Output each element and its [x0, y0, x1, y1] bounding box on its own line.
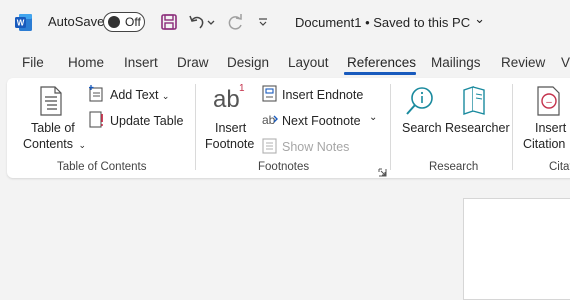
svg-text:ab: ab	[262, 113, 276, 127]
tab-view[interactable]: V	[561, 55, 570, 70]
insert-citation-button[interactable]: Citation ⌄	[523, 137, 570, 151]
next-footnote-icon: ab	[262, 111, 279, 133]
add-text-icon	[89, 85, 104, 107]
group-label-table-of-contents: Table of Contents	[57, 161, 147, 173]
autosave-toggle[interactable]: Off	[103, 12, 145, 32]
group-separator	[195, 84, 196, 170]
redo-icon[interactable]	[226, 12, 246, 32]
tab-draw[interactable]: Draw	[177, 55, 209, 70]
svg-text:W: W	[17, 19, 25, 28]
document-page[interactable]	[463, 198, 570, 300]
save-icon[interactable]	[159, 12, 179, 32]
group-separator	[390, 84, 391, 170]
insert-citation-label-1[interactable]: Insert	[535, 121, 566, 135]
show-notes-icon	[262, 138, 278, 159]
title-chevron-icon: ⌄	[474, 11, 485, 26]
insert-footnote-button[interactable]: Footnote	[205, 137, 254, 151]
undo-icon[interactable]	[187, 12, 207, 32]
next-footnote-button[interactable]: Next Footnote	[282, 114, 361, 128]
add-text-label: Add Text	[110, 88, 159, 102]
insert-endnote-button[interactable]: Insert Endnote	[282, 88, 363, 102]
tab-home[interactable]: Home	[68, 55, 104, 70]
insert-citation-label-2: Citation	[523, 137, 566, 151]
show-notes-button: Show Notes	[282, 140, 350, 154]
document-title-text: Document1 • Saved to this PC	[295, 14, 471, 30]
table-of-contents-label-2: Contents	[23, 137, 74, 151]
search-icon	[404, 85, 436, 122]
footnotes-dialog-launcher-icon[interactable]	[378, 164, 387, 182]
update-table-icon	[89, 111, 104, 134]
group-label-footnotes: Footnotes	[258, 161, 310, 173]
researcher-button[interactable]: Researcher	[445, 121, 510, 135]
toggle-knob	[108, 16, 120, 28]
search-button[interactable]: Search	[402, 121, 442, 135]
ab-glyph: ab	[213, 86, 240, 113]
autosave-label: AutoSave	[48, 14, 105, 29]
update-table-button[interactable]: Update Table	[110, 114, 183, 128]
add-text-button[interactable]: Add Text ⌄	[110, 88, 169, 102]
document-title[interactable]: Document1 • Saved to this PC ⌄	[295, 11, 485, 30]
autosave-state: Off	[125, 15, 141, 29]
insert-footnote-label-1[interactable]: Insert	[215, 121, 246, 135]
tab-review[interactable]: Review	[501, 55, 545, 70]
table-of-contents-icon	[39, 86, 63, 121]
tab-file[interactable]: File	[22, 55, 44, 70]
active-tab-indicator	[344, 72, 416, 75]
insert-footnote-icon: ab 1	[213, 83, 253, 116]
tab-insert[interactable]: Insert	[124, 55, 158, 70]
superscript-glyph: 1	[239, 83, 245, 94]
tab-references[interactable]: References	[347, 55, 416, 70]
ribbon-tabs: File Home Insert Draw Design Layout Refe…	[0, 46, 570, 78]
svg-text:–: –	[546, 97, 552, 108]
add-text-chevron-icon: ⌄	[161, 91, 170, 101]
chevron-down-icon: ⌄	[78, 140, 87, 150]
table-of-contents-label-1[interactable]: Table of	[31, 121, 75, 135]
group-label-citations: Citat	[549, 161, 570, 173]
undo-dropdown-chevron-icon[interactable]	[205, 12, 217, 32]
tab-design[interactable]: Design	[227, 55, 269, 70]
next-footnote-chevron-icon[interactable]: ⌄	[369, 112, 377, 123]
tab-mailings[interactable]: Mailings	[431, 55, 481, 70]
word-logo-icon: W	[14, 13, 33, 32]
insert-endnote-icon	[262, 85, 278, 107]
insert-citation-icon: –	[536, 86, 562, 121]
tab-layout[interactable]: Layout	[288, 55, 329, 70]
group-separator	[512, 84, 513, 170]
table-of-contents-button[interactable]: Contents ⌄	[23, 137, 86, 151]
title-bar: W AutoSave Off Document1 • Saved to this…	[0, 0, 570, 46]
group-label-research: Research	[429, 161, 479, 173]
customize-qat-icon[interactable]	[255, 12, 271, 32]
researcher-icon	[461, 85, 487, 120]
